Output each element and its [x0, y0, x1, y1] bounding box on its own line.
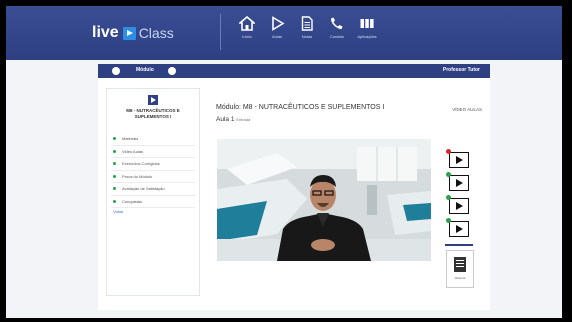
material-label: Material	[454, 276, 466, 280]
main-nav: Início Aulas Notas Contato Aplicações	[232, 16, 382, 39]
sidebar-item-prova[interactable]: Prova do Módulo	[111, 171, 195, 183]
sidebar-item-label: Avaliação de Satisfação	[122, 186, 165, 192]
nav-aplicacoes[interactable]: Aplicações	[352, 16, 382, 39]
sidebar-item-label: Conquistas	[122, 198, 143, 204]
done-marker-icon	[446, 172, 451, 177]
video-aulas-link[interactable]: VÍDEO AULAS	[452, 107, 482, 112]
playlist-video-4[interactable]	[446, 218, 469, 237]
done-marker-icon	[446, 218, 451, 223]
nav-notas[interactable]: Notas	[292, 16, 322, 39]
menu-icon[interactable]	[112, 67, 120, 75]
sidebar-item-video-aulas[interactable]: Video Aulas	[111, 146, 195, 158]
module-subnav: Módulo Professor Tutor	[98, 64, 490, 78]
logo[interactable]: live Class	[92, 24, 174, 42]
nav-aulas-label: Aulas	[271, 34, 282, 39]
app-window: live Class Início Aulas Notas Contato Ap…	[6, 6, 562, 318]
topbar-divider	[220, 14, 221, 50]
playlist-video-3[interactable]	[446, 195, 469, 214]
home-icon	[239, 16, 255, 31]
done-marker-icon	[446, 195, 451, 200]
content-card: Módulo Professor Tutor M8 - NUTRACÊUTICO…	[98, 64, 490, 310]
nav-contato[interactable]: Contato	[322, 16, 352, 39]
phone-icon	[331, 17, 343, 30]
grid-icon	[360, 19, 374, 28]
video-player[interactable]	[217, 139, 431, 261]
bullet-icon	[113, 137, 116, 141]
nav-home[interactable]: Início	[232, 16, 262, 39]
sidebar-item-label: Exercícios Corrigidos	[122, 161, 160, 167]
playlist-video-2[interactable]	[446, 172, 469, 191]
module-dropdown[interactable]: Módulo	[136, 67, 154, 73]
logo-live-text: live	[92, 24, 119, 41]
sidebar-item-avaliacao[interactable]: Avaliação de Satisfação	[111, 183, 195, 196]
nav-notas-label: Notas	[301, 34, 313, 39]
nav-aulas[interactable]: Aulas	[262, 16, 292, 39]
nav-aplicacoes-label: Aplicações	[357, 34, 377, 39]
logo-play-icon	[122, 26, 136, 40]
playlist-video-1[interactable]	[446, 149, 469, 168]
logo-class-text: Class	[138, 25, 174, 41]
bullet-icon	[113, 149, 116, 153]
playlist-divider	[445, 244, 473, 246]
top-bar: live Class Início Aulas Notas Contato Ap…	[6, 6, 562, 60]
material-download[interactable]: Material	[446, 250, 474, 288]
video-playlist: Material	[441, 149, 474, 288]
sidebar-item-label: Prova do Módulo	[122, 173, 153, 179]
sidebar-item-label: Video Aulas	[122, 148, 144, 154]
tutor-link[interactable]: Professor Tutor	[443, 67, 480, 73]
lesson-title: Aula 1 Entrada	[216, 116, 250, 123]
sidebar-item-label: Materiais	[122, 136, 139, 142]
current-marker-icon	[446, 149, 451, 154]
bullet-icon	[113, 174, 116, 178]
lesson-name: Aula 1	[216, 116, 235, 123]
lesson-subtitle: Entrada	[236, 117, 251, 122]
play-icon	[272, 16, 285, 31]
sidebar-item-exercicios[interactable]: Exercícios Corrigidos	[111, 158, 195, 171]
document-icon	[454, 257, 466, 272]
document-icon	[301, 16, 313, 31]
bullet-icon	[113, 162, 116, 166]
module-sidebar-title: M8 - NUTRACÊUTICOS E SUPLEMENTOS I	[126, 108, 180, 119]
module-sidebar: M8 - NUTRACÊUTICOS E SUPLEMENTOS I Mater…	[106, 88, 200, 296]
info-icon[interactable]	[168, 67, 176, 75]
back-link[interactable]: Voltar	[113, 209, 123, 214]
module-title: Módulo: M8 - NUTRACÊUTICOS E SUPLEMENTOS…	[216, 104, 385, 111]
module-play-icon	[148, 95, 158, 105]
nav-home-label: Início	[242, 34, 252, 39]
module-menu: Materiais Video Aulas Exercícios Corrigi…	[111, 133, 195, 208]
sidebar-item-materiais[interactable]: Materiais	[111, 133, 195, 146]
video-frame-image	[217, 139, 431, 261]
sidebar-item-conquistas[interactable]: Conquistas	[111, 196, 195, 208]
bullet-icon	[113, 187, 116, 191]
nav-contato-label: Contato	[329, 34, 344, 39]
bullet-icon	[113, 199, 116, 203]
